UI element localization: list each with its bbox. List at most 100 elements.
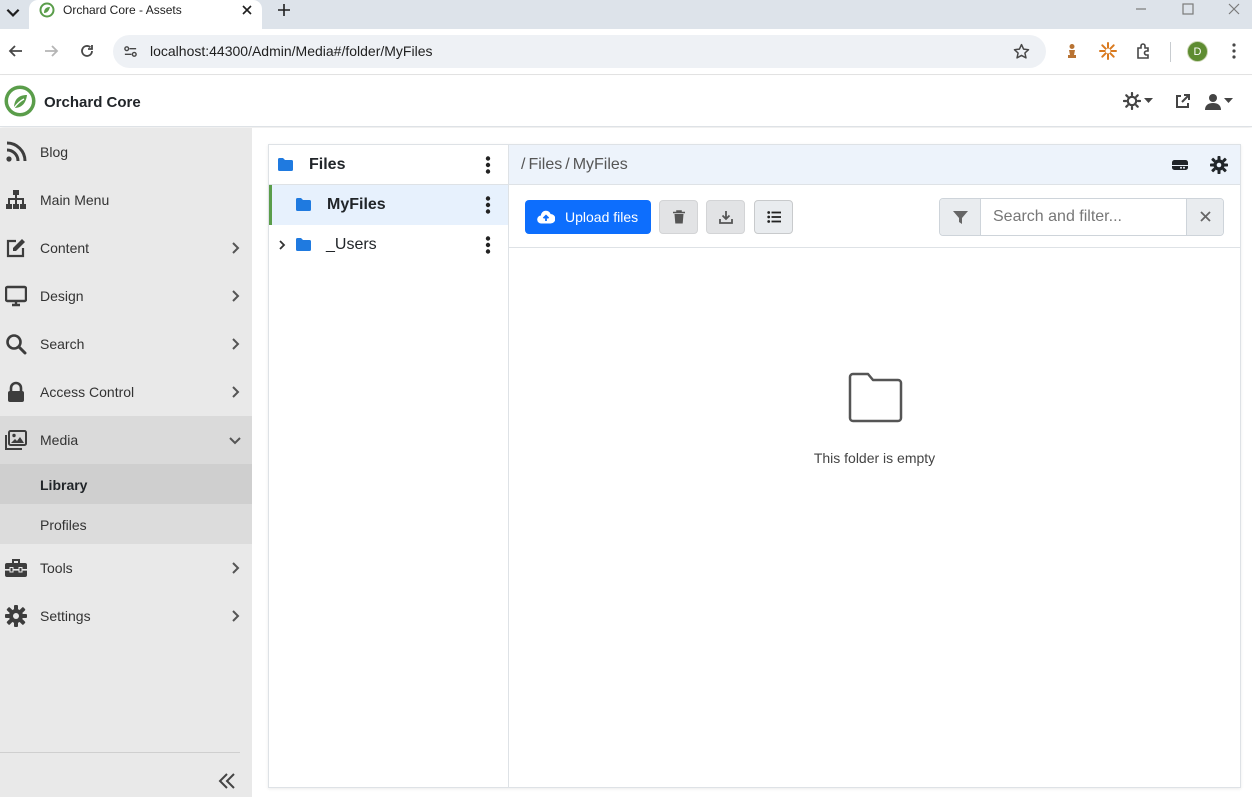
clear-search-button[interactable] [1186,199,1223,235]
sparkle-extension-icon[interactable] [1099,42,1117,60]
monitor-icon [5,285,27,307]
window-maximize-icon[interactable] [1181,2,1195,16]
close-icon [1200,211,1211,222]
folder-tree-root[interactable]: Files [269,145,508,185]
storage-drive-icon[interactable] [1171,156,1189,174]
list-view-toggle-button[interactable] [754,200,793,234]
sidebar-subitem-library[interactable]: Library [0,464,252,504]
sidebar-item-access-control[interactable]: Access Control [0,368,252,416]
brand-name[interactable]: Orchard Core [44,94,141,111]
sidebar-item-search[interactable]: Search [0,320,252,368]
orchard-logo-icon[interactable] [4,85,36,117]
cloud-upload-icon [537,210,555,224]
app-header: Orchard Core [0,76,1252,127]
empty-folder-state: This folder is empty [509,248,1240,787]
folder-actions-kebab-icon[interactable] [485,196,491,214]
folder-tree-item-myfiles[interactable]: MyFiles [269,185,508,225]
edit-icon [5,237,27,259]
sidebar-item-content[interactable]: Content [0,224,252,272]
download-button[interactable] [706,200,745,234]
lock-icon [5,381,27,403]
breadcrumb: / Files / MyFiles [521,156,628,174]
extensions-puzzle-icon[interactable] [1135,42,1153,60]
theme-toggle-button[interactable] [1123,92,1153,110]
caret-down-icon [1144,98,1153,104]
search-filter-input[interactable] [982,199,1186,235]
folder-icon [296,238,311,251]
external-link-icon [1174,93,1191,110]
user-menu-button[interactable] [1205,92,1233,110]
sidebar-subitem-profiles[interactable]: Profiles [0,504,252,544]
tab-search-chevron-icon[interactable] [4,3,22,21]
search-filter-group [939,198,1224,236]
sidebar-item-label: Access Control [40,384,135,400]
chess-extension-icon[interactable] [1063,42,1081,60]
folder-label: _Users [326,236,377,253]
sidebar-item-tools[interactable]: Tools [0,544,252,592]
back-arrow-icon[interactable] [8,43,24,59]
browser-tab[interactable]: Orchard Core - Assets [29,0,262,29]
folder-icon [296,198,311,211]
url-text[interactable]: localhost:44300/Admin/Media#/folder/MyFi… [150,43,432,59]
chevron-right-icon[interactable] [278,240,286,250]
chevron-down-icon [229,434,241,446]
address-bar[interactable]: localhost:44300/Admin/Media#/folder/MyFi… [113,35,1046,68]
media-action-bar: Upload files [509,185,1240,248]
breadcrumb-item-files[interactable]: Files [528,156,562,174]
sidebar-item-media[interactable]: Media [0,416,252,464]
sun-icon [1123,92,1141,110]
sidebar-item-blog[interactable]: Blog [0,128,252,176]
window-close-icon[interactable] [1227,2,1241,16]
window-minimize-icon[interactable] [1134,2,1148,16]
sidebar-item-settings[interactable]: Settings [0,592,252,640]
folder-tree-item-users[interactable]: _Users [269,225,508,265]
new-tab-plus-icon[interactable] [276,2,292,18]
delete-button[interactable] [659,200,698,234]
browser-menu-icon[interactable] [1226,42,1242,60]
sidebar-item-label: Content [40,240,90,256]
chevron-right-icon [229,610,241,622]
list-icon [766,210,781,224]
folder-label: Files [309,156,346,173]
breadcrumb-separator: / [521,156,526,173]
trash-icon [672,210,686,224]
sidebar-item-label: Design [40,288,84,304]
sidebar-item-label: Search [40,336,85,352]
media-content-pane: / Files / MyFiles Upload files Search an… [509,145,1240,787]
filter-addon [940,199,981,235]
folder-tree: Files MyFiles _Users [269,145,509,787]
reload-icon[interactable] [79,43,95,59]
user-icon [1205,93,1221,110]
folder-actions-kebab-icon[interactable] [485,236,491,254]
orchard-favicon-icon [39,2,55,18]
folder-actions-kebab-icon[interactable] [485,156,491,174]
sidebar-item-main-menu[interactable]: Main Menu [0,176,252,224]
folder-label: MyFiles [327,196,386,213]
search-icon [5,333,27,355]
chevron-right-icon [229,562,241,574]
bookmark-star-icon[interactable] [1013,43,1030,60]
sidebar-item-label: Settings [40,608,91,624]
caret-down-icon [1224,98,1233,104]
main-content: Files MyFiles _Users / Files / MyFiles U… [252,128,1252,797]
sidebar-item-design[interactable]: Design [0,272,252,320]
tab-close-icon[interactable] [240,3,254,17]
visit-site-button[interactable] [1174,92,1191,110]
breadcrumb-item-myfiles[interactable]: MyFiles [573,156,628,174]
upload-files-button[interactable]: Upload files [525,200,651,234]
breadcrumb-separator: / [565,156,570,173]
sidebar-subitem-label: Library [40,477,88,493]
sidebar-subitem-label: Profiles [40,517,87,533]
toolbox-icon [5,557,27,579]
media-library: Files MyFiles _Users / Files / MyFiles U… [268,144,1241,788]
folder-icon [278,158,293,171]
media-settings-gear-icon[interactable] [1210,156,1228,174]
tab-title: Orchard Core - Assets [63,3,182,17]
site-info-tune-icon[interactable] [123,44,138,59]
forward-arrow-icon[interactable] [43,43,59,59]
download-icon [718,210,733,224]
collapse-sidebar-double-chevron-icon[interactable] [217,771,237,791]
sidebar-item-label: Media [40,432,79,448]
filter-funnel-icon [953,211,968,224]
profile-avatar[interactable]: D [1187,41,1208,62]
